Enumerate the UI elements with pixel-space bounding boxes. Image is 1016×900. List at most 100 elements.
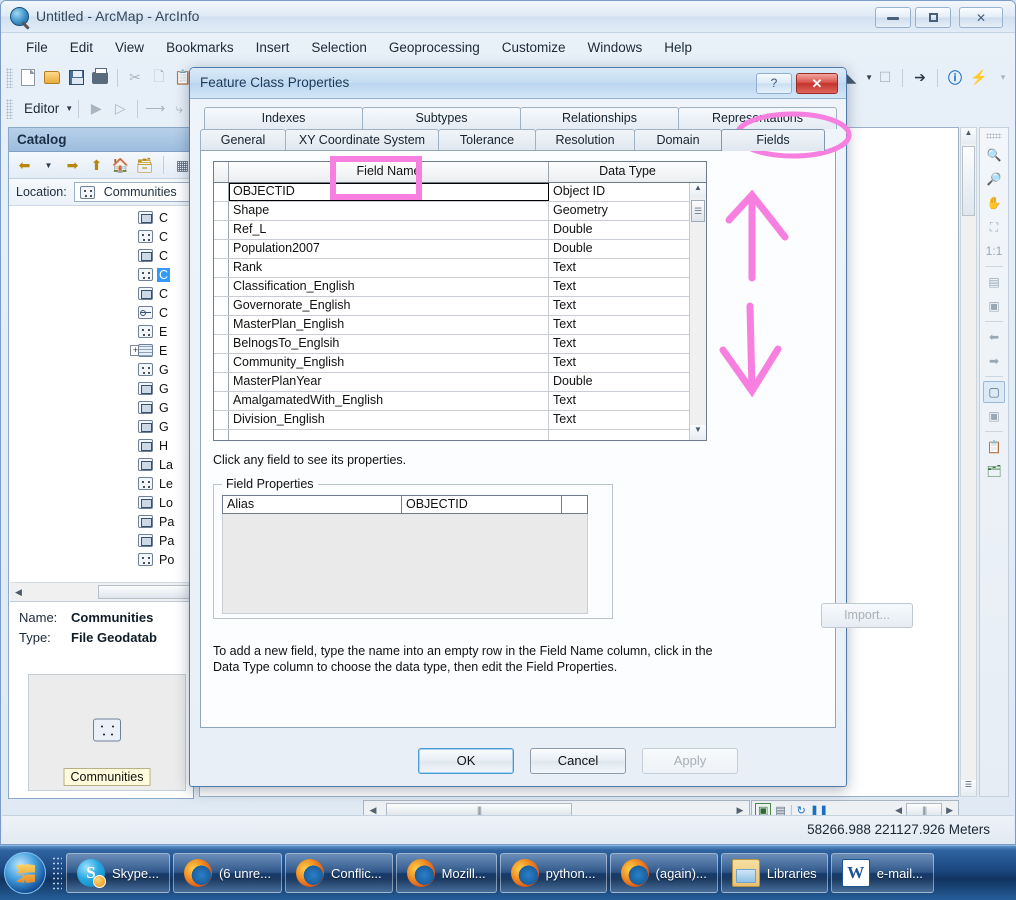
row-selector-cell[interactable] (214, 354, 229, 372)
data-type-cell[interactable]: Geometry (549, 202, 689, 220)
catalog-tree-item[interactable]: G (10, 417, 192, 436)
tab-general[interactable]: General (200, 129, 286, 151)
catalog-tree-item[interactable]: Pa (10, 512, 192, 531)
field-name-cell[interactable]: MasterPlan_English (229, 316, 549, 334)
copy-icon[interactable]: 🗋 (147, 66, 171, 90)
menu-geoprocessing[interactable]: Geoprocessing (378, 37, 491, 58)
table-row[interactable]: BelnogsTo_Englsih Text (214, 335, 689, 354)
taskbar-item-firefox-1[interactable]: (6 unre... (172, 853, 282, 893)
catalog-tree-item[interactable]: C (10, 265, 192, 284)
row-selector-cell[interactable] (214, 278, 229, 296)
data-type-cell[interactable]: Object ID (549, 183, 689, 201)
data-type-cell[interactable]: Double (549, 240, 689, 258)
edit-annotation-icon[interactable]: ▷ (108, 97, 132, 121)
table-row[interactable]: Rank Text (214, 259, 689, 278)
data-type-cell[interactable]: Text (549, 259, 689, 277)
taskbar-item-skype[interactable]: S Skype... (66, 853, 170, 893)
taskbar-item-firefox-5[interactable]: (again)... (609, 853, 718, 893)
table-row[interactable]: MasterPlan_English Text (214, 316, 689, 335)
field-name-cell[interactable]: MasterPlanYear (229, 373, 549, 391)
layers-icon[interactable]: 🗂 (983, 460, 1005, 482)
tab-tolerance[interactable]: Tolerance (438, 129, 536, 151)
row-selector-cell[interactable] (214, 430, 229, 440)
scroll-left-arrow-icon[interactable]: ◀ (895, 805, 902, 816)
minimize-button[interactable] (875, 7, 911, 28)
menu-edit[interactable]: Edit (59, 37, 104, 58)
help-button[interactable]: ? (756, 73, 792, 94)
catalog-tree-item[interactable]: C (10, 208, 192, 227)
straight-segment-icon[interactable]: ⟶ (143, 97, 167, 121)
table-row[interactable]: Classification_English Text (214, 278, 689, 297)
data-type-cell[interactable]: Text (549, 316, 689, 334)
taskbar-item-firefox-3[interactable]: Mozill... (395, 853, 497, 893)
table-row[interactable]: Population2007 Double (214, 240, 689, 259)
menu-selection[interactable]: Selection (300, 37, 378, 58)
catalog-tree-item[interactable]: H (10, 436, 192, 455)
taskbar-grip[interactable] (52, 856, 62, 890)
taskbar-item-word[interactable]: e-mail... (830, 853, 934, 893)
close-icon[interactable]: ✕ (796, 73, 838, 94)
pan-icon[interactable]: ✋ (983, 192, 1005, 214)
tab-xy-coordinate-system[interactable]: XY Coordinate System (285, 129, 439, 151)
field-name-cell[interactable]: Ref_L (229, 221, 549, 239)
row-selector-cell[interactable] (214, 259, 229, 277)
catalog-tree-item[interactable]: Lo (10, 493, 192, 512)
table-row[interactable] (214, 430, 689, 440)
row-selector-cell[interactable] (214, 297, 229, 315)
chevron-down-icon[interactable]: ▼ (38, 155, 59, 176)
table-row[interactable]: Shape Geometry (214, 202, 689, 221)
field-name-cell[interactable] (229, 430, 549, 440)
row-selector-cell[interactable] (214, 316, 229, 334)
catalog-tree-item[interactable]: G (10, 360, 192, 379)
table-row[interactable]: Governorate_English Text (214, 297, 689, 316)
row-selector-cell[interactable] (214, 202, 229, 220)
field-name-cell[interactable]: Shape (229, 202, 549, 220)
editor-toolbar-grip[interactable] (6, 98, 13, 119)
catalog-tree-item[interactable]: G (10, 398, 192, 417)
tab-representations[interactable]: Representations (678, 107, 837, 129)
catalog-tree[interactable]: C C C C C C E + E G G G G H La Le Lo Pa Pa Po (10, 208, 192, 581)
scroll-left-arrow-icon[interactable]: ◀ (364, 805, 382, 816)
back-arrow-icon[interactable]: ⬅ (14, 155, 35, 176)
zoom-out-icon[interactable]: 🔎 (983, 168, 1005, 190)
table-row[interactable]: OBJECTID Object ID (214, 183, 689, 202)
map-vertical-scrollbar[interactable]: ▲ ☰ (960, 127, 977, 797)
field-name-cell[interactable]: Rank (229, 259, 549, 277)
identify-icon[interactable]: ⓘ (943, 66, 967, 90)
default-geodatabase-icon[interactable]: 🗃 (134, 155, 155, 176)
ok-button[interactable]: OK (418, 748, 514, 774)
forward-arrow-icon[interactable]: ➡ (62, 155, 83, 176)
menu-bookmarks[interactable]: Bookmarks (155, 37, 245, 58)
data-type-header[interactable]: Data Type (549, 162, 706, 182)
fields-scroll-thumb[interactable]: ☰ (691, 200, 705, 222)
edit-tool-icon[interactable]: ▶ (84, 97, 108, 121)
table-row[interactable]: MasterPlanYear Double (214, 373, 689, 392)
data-type-cell[interactable]: Double (549, 373, 689, 391)
scroll-down-arrow-icon[interactable]: ☰ (961, 780, 976, 796)
tab-subtypes[interactable]: Subtypes (362, 107, 521, 129)
field-name-cell[interactable]: Classification_English (229, 278, 549, 296)
select-elements-icon[interactable]: ➔ (908, 66, 932, 90)
catalog-tree-item[interactable]: + E (10, 341, 192, 360)
toolbar-grip[interactable] (6, 67, 13, 88)
row-selector-cell[interactable] (214, 221, 229, 239)
taskbar-item-firefox-4[interactable]: python... (499, 853, 607, 893)
data-type-cell[interactable]: Text (549, 392, 689, 410)
cut-icon[interactable]: ✂ (123, 66, 147, 90)
data-type-cell[interactable]: Text (549, 411, 689, 429)
tab-relationships[interactable]: Relationships (520, 107, 679, 129)
fields-grid-rows[interactable]: OBJECTID Object ID Shape Geometry Ref_L Doubl… (214, 183, 689, 440)
windows-start-orb-icon[interactable] (4, 852, 46, 894)
fixed-zoom-icon[interactable]: 1:1 (983, 240, 1005, 262)
catalog-tree-item[interactable]: C (10, 246, 192, 265)
menu-help[interactable]: Help (653, 37, 703, 58)
print-icon[interactable] (88, 66, 112, 90)
editor-chevron-down-icon[interactable]: ▼ (65, 104, 73, 113)
catalog-tree-item[interactable]: Po (10, 550, 192, 569)
tab-indexes[interactable]: Indexes (204, 107, 363, 129)
location-combobox[interactable]: Communities (73, 182, 193, 202)
clear-selection-icon[interactable]: ▣ (983, 405, 1005, 427)
tab-fields[interactable]: Fields (721, 129, 825, 151)
zoom-in-icon[interactable]: 🔍 (983, 144, 1005, 166)
previous-extent-icon[interactable]: ▤ (983, 271, 1005, 293)
